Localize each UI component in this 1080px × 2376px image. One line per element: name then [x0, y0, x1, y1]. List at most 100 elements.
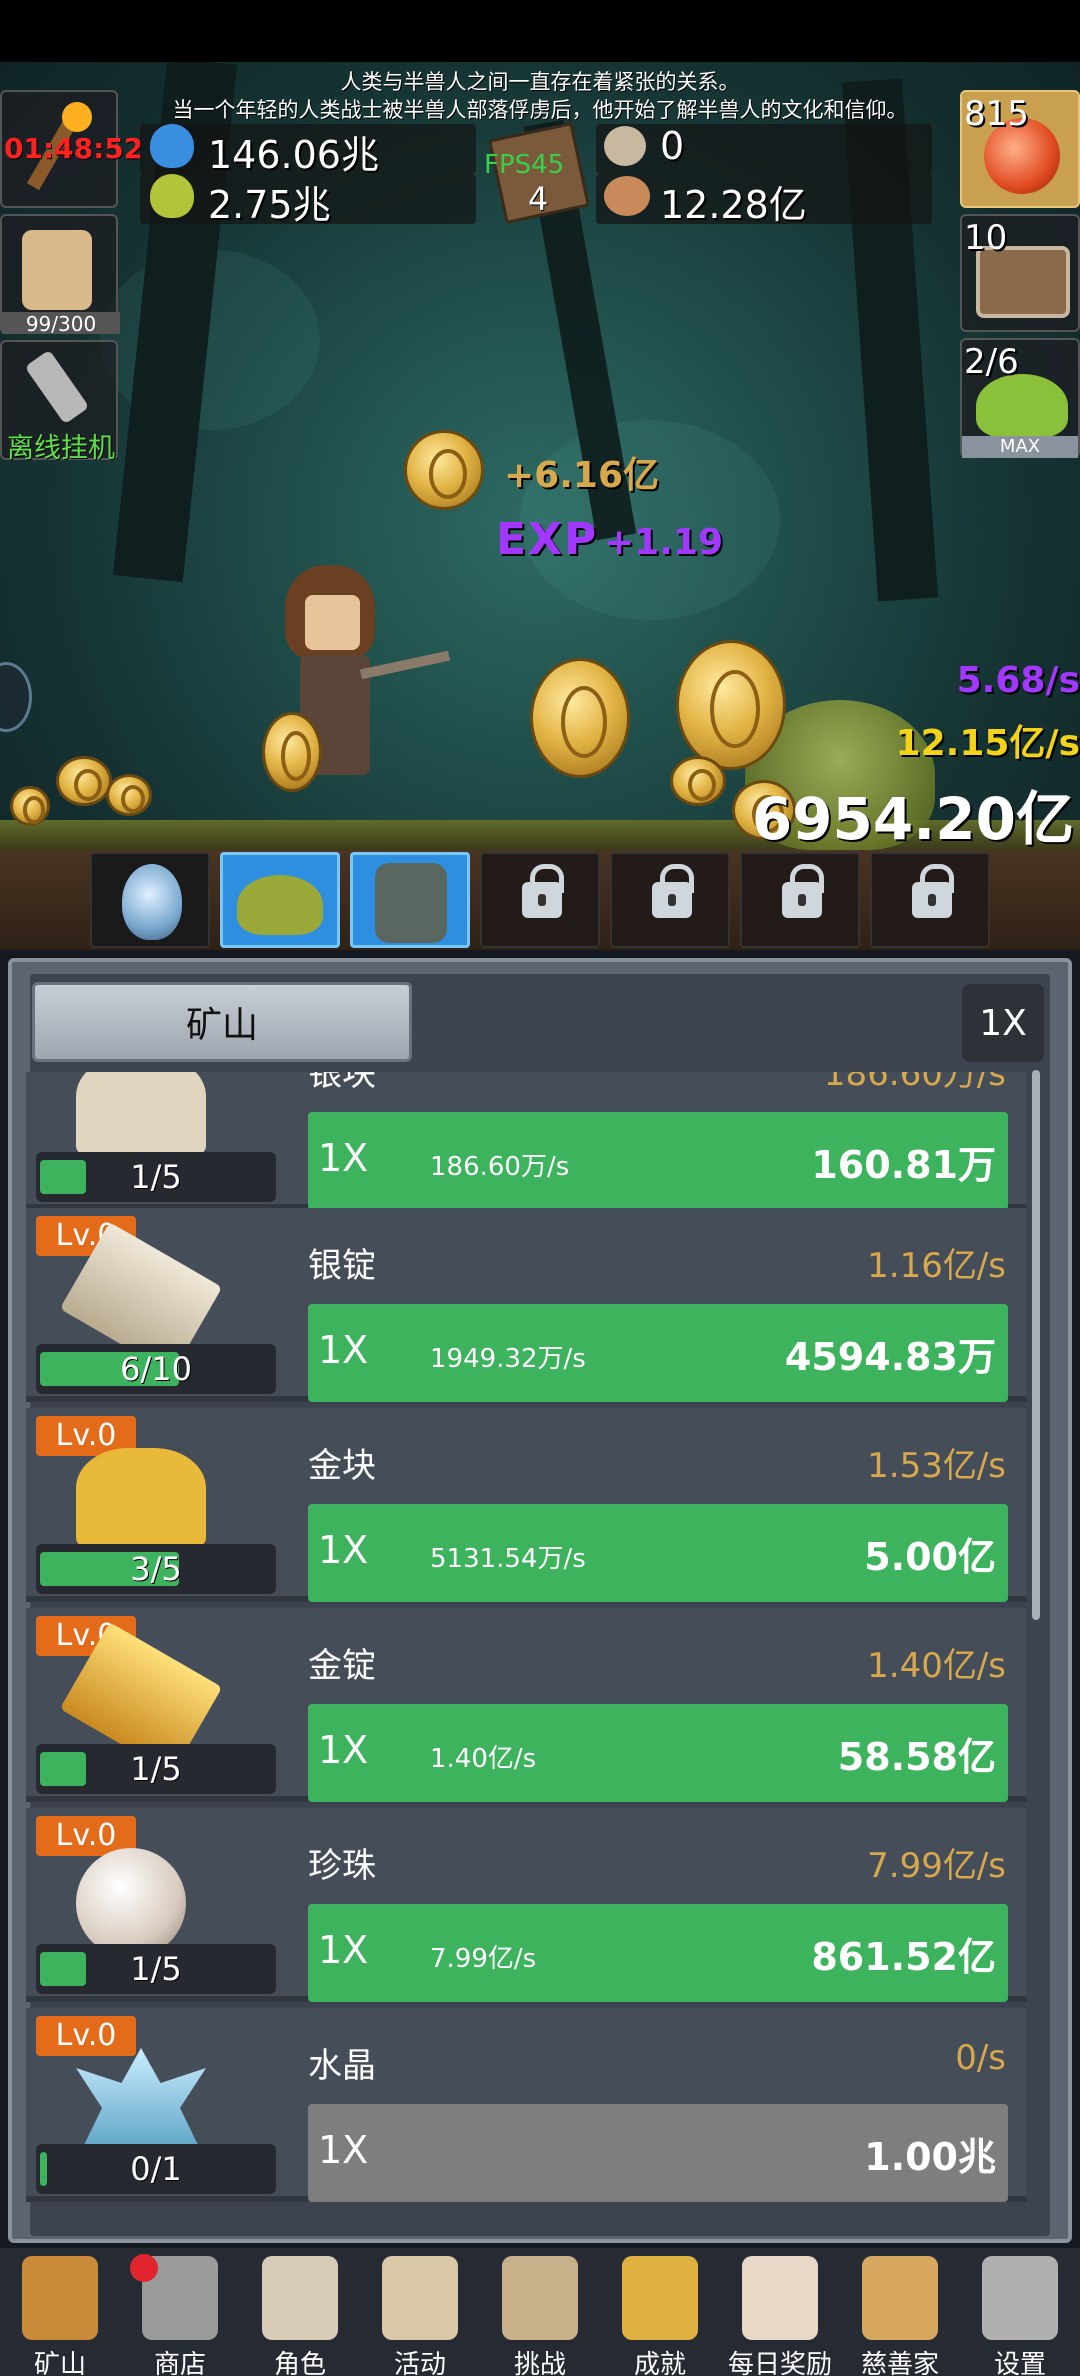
item-name: 水晶 — [308, 2046, 376, 2086]
nav-item-2[interactable]: 角色 — [240, 2248, 360, 2376]
monster-selector — [0, 850, 1080, 950]
fps-label: FPS45 — [484, 150, 565, 180]
buy-button[interactable]: 1X 1.40亿/s 58.58亿 — [308, 1704, 1008, 1802]
drink-button[interactable]: 99/300 — [0, 214, 120, 336]
upgrade-progress: 3/5 — [36, 1544, 276, 1594]
item-name: 金块 — [308, 1446, 376, 1486]
timer-text: 01:48:52 — [4, 132, 144, 165]
chest-count: 10 — [964, 218, 1008, 258]
nav-label: 活动 — [393, 2350, 446, 2376]
nav-item-6[interactable]: 每日奖励 — [720, 2248, 840, 2376]
buy-multiplier: 1X — [318, 1928, 369, 1972]
nav-item-3[interactable]: 活动 — [360, 2248, 480, 2376]
item-name: 银锭 — [308, 1246, 376, 1286]
green-potion-icon — [150, 174, 194, 218]
slime-icon — [976, 374, 1068, 438]
buy-multiplier: 1X — [318, 1328, 369, 1372]
nav-item-8[interactable]: 设置 — [960, 2248, 1080, 2376]
egg-icon — [122, 864, 182, 940]
monster-slot-locked[interactable] — [610, 852, 730, 948]
item-rate: 7.99亿/s — [867, 1846, 1006, 1886]
potion-shop-button[interactable]: 815 — [960, 90, 1080, 208]
meat-count: 12.28亿 — [660, 183, 807, 227]
monster-slot-locked[interactable] — [740, 852, 860, 948]
level-badge: Lv.0 — [36, 2016, 136, 2056]
bread-icon — [862, 2256, 938, 2340]
mine-row: Lv.0 0/1 水晶 0/s 1X 1.00兆 — [26, 2008, 1026, 2202]
green-mana-value: 2.75兆 — [208, 183, 331, 227]
slime-button[interactable]: 2/6 MAX — [960, 338, 1080, 458]
offline-button[interactable]: 离线挂机 — [0, 340, 118, 464]
item-rate: 1.53亿/s — [867, 1446, 1006, 1486]
flame-icon — [62, 102, 92, 132]
nav-label: 成就 — [633, 2350, 686, 2376]
multiplier-button[interactable]: 1X — [962, 984, 1044, 1062]
nav-label: 挑战 — [513, 2350, 566, 2376]
monster-slot-slime[interactable] — [220, 852, 340, 948]
skull-icon — [262, 2256, 338, 2340]
buy-gain: 186.60万/s — [430, 1152, 570, 1182]
item-name: 珍珠 — [308, 1846, 376, 1886]
buy-gain: 1949.32万/s — [430, 1344, 586, 1374]
gold-nugget-icon — [76, 1448, 206, 1548]
buy-cost: 160.81万 — [811, 1143, 996, 1187]
nav-label: 慈善家 — [860, 2350, 939, 2376]
buy-button[interactable]: 1X 1949.32万/s 4594.83万 — [308, 1304, 1008, 1402]
lock-icon — [522, 864, 564, 918]
silver-nugget-icon — [76, 1072, 206, 1156]
nav-item-4[interactable]: 挑战 — [480, 2248, 600, 2376]
monster-slot-locked[interactable] — [870, 852, 990, 948]
coin-icon — [56, 756, 112, 806]
tab-mine[interactable]: 矿山 — [32, 982, 412, 1062]
scrollbar[interactable] — [1032, 1070, 1040, 1620]
torch-button[interactable]: 01:48:52 — [0, 90, 143, 208]
nav-item-0[interactable]: 矿山 — [0, 2248, 120, 2376]
coin-icon — [530, 658, 630, 778]
letter-icon — [742, 2256, 818, 2340]
zombie-icon — [375, 863, 447, 943]
buy-multiplier: 1X — [318, 1136, 369, 1180]
progress-text: 0/1 — [130, 2150, 182, 2188]
buy-gain: 7.99亿/s — [430, 1944, 537, 1974]
bottom-nav: 矿山 商店 角色 活动 挑战 成就 每日奖励 慈善家 设置 — [0, 2248, 1080, 2376]
buy-gain: 1.40亿/s — [430, 1744, 537, 1774]
nav-label: 每日奖励 — [727, 2350, 832, 2376]
buy-cost: 58.58亿 — [837, 1735, 996, 1779]
chest-button[interactable]: 10 — [960, 214, 1080, 332]
upgrade-progress: 1/5 — [36, 1152, 276, 1202]
monster-slot-egg[interactable] — [90, 852, 210, 948]
buy-cost: 4594.83万 — [784, 1335, 996, 1379]
monster-slot-zombie[interactable] — [350, 852, 470, 948]
lock-icon — [652, 864, 694, 918]
buy-button[interactable]: 1X 186.60万/s 160.81万 — [308, 1112, 1008, 1210]
buy-button[interactable]: 1X 1.00兆 — [308, 2104, 1008, 2202]
nav-item-5[interactable]: 成就 — [600, 2248, 720, 2376]
monster-slot-locked[interactable] — [480, 852, 600, 948]
buy-cost: 1.00兆 — [864, 2135, 996, 2179]
nav-item-7[interactable]: 慈善家 — [840, 2248, 960, 2376]
mine-row: Lv.0 1/5 珍珠 7.99亿/s 1X 7.99亿/s 861.52亿 — [26, 1808, 1026, 2002]
buy-button[interactable]: 1X 7.99亿/s 861.52亿 — [308, 1904, 1008, 2002]
buy-button[interactable]: 1X 5131.54万/s 5.00亿 — [308, 1504, 1008, 1602]
key-icon — [622, 2256, 698, 2340]
pearl-icon — [76, 1848, 186, 1958]
progress-text: 3/5 — [130, 1550, 182, 1588]
progress-text: 6/10 — [120, 1350, 192, 1388]
nav-label: 商店 — [153, 2350, 206, 2376]
nav-label: 角色 — [273, 2350, 326, 2376]
crystal-icon — [76, 2048, 206, 2148]
coin-panel — [596, 124, 932, 174]
lock-icon — [782, 864, 824, 918]
coin-popup: +6.16亿 — [504, 455, 659, 496]
buy-multiplier: 1X — [318, 1528, 369, 1572]
mine-row: Lv.0 1/5 金锭 1.40亿/s 1X 1.40亿/s 58.58亿 — [26, 1608, 1026, 1802]
item-name: 金锭 — [308, 1646, 376, 1686]
progress-text: 1/5 — [130, 1158, 182, 1196]
coin-icon — [10, 786, 50, 826]
coin-icon — [676, 640, 786, 770]
item-rate: 1.40亿/s — [867, 1646, 1006, 1686]
coin-icon — [404, 430, 484, 510]
slime-icon — [237, 875, 323, 935]
item-rate: 0/s — [955, 2038, 1006, 2078]
buy-multiplier: 1X — [318, 1728, 369, 1772]
